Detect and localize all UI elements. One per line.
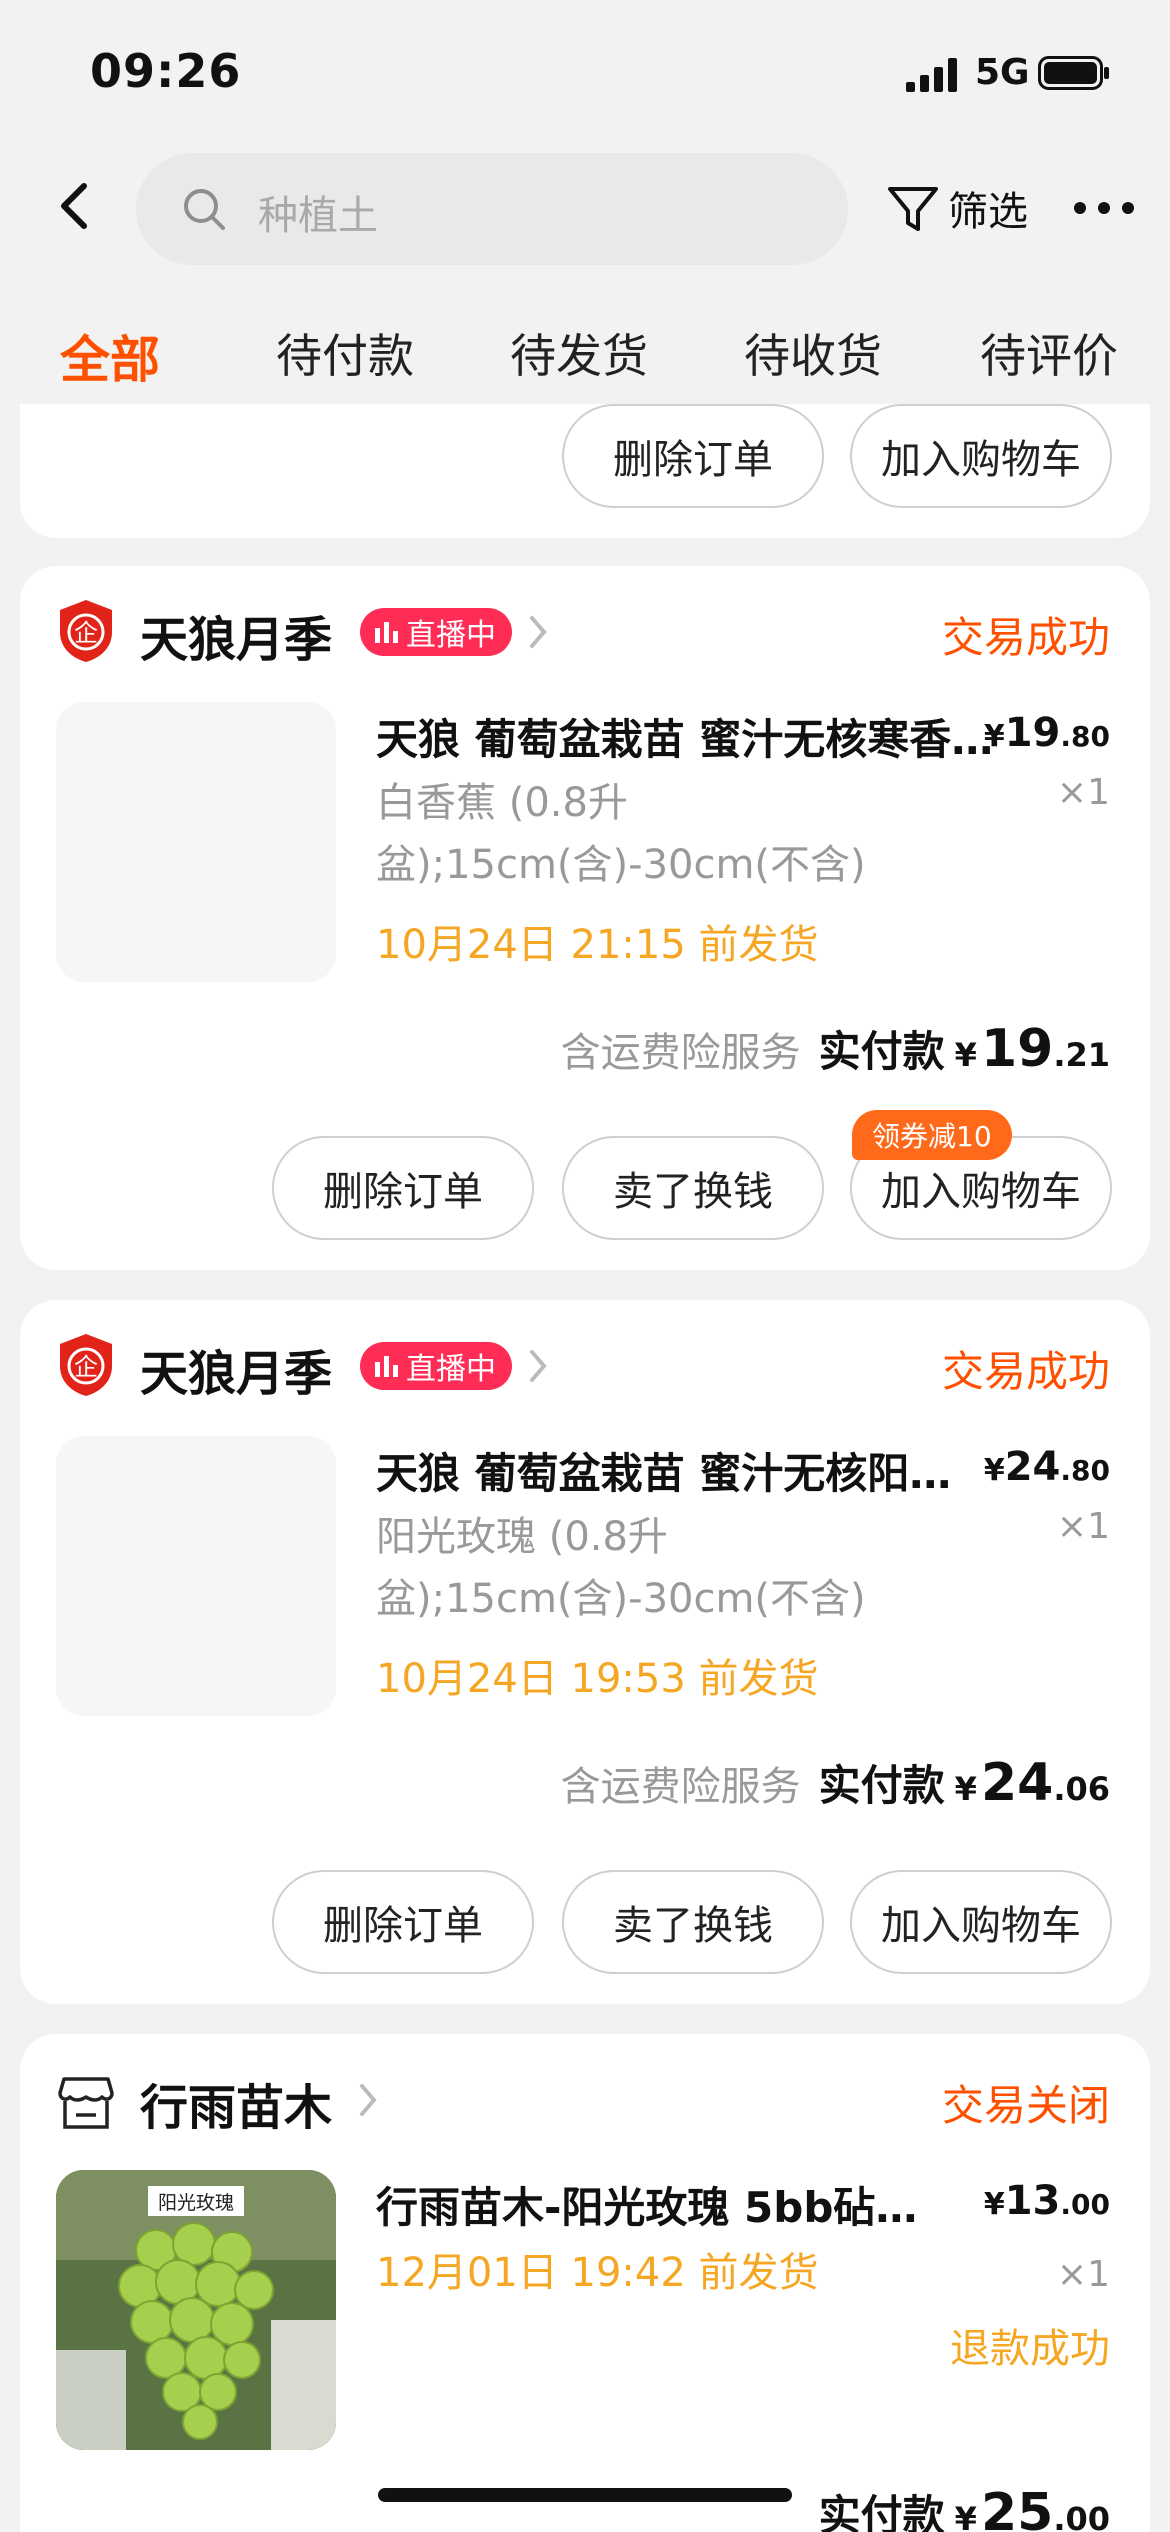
product-title[interactable]: 天狼 葡萄盆栽苗 蜜汁无核寒香蜜葡萄: [376, 706, 996, 767]
order-card[interactable]: 行雨苗木 交易关闭 阳光玫瑰 行雨苗木-阳光玫瑰 5bb砧木嫁接苗 ¥13.00…: [20, 2034, 1150, 2532]
paid-label: 实付款: [818, 1027, 945, 1076]
search-input[interactable]: 种植土: [136, 153, 848, 265]
tab-all[interactable]: 全部: [60, 320, 160, 392]
product-sku: 阳光玫瑰 (0.8升盆);15cm(含)-30cm(不含): [376, 1514, 866, 1622]
enterprise-shop-logo-icon: 企: [60, 600, 112, 662]
order-tabs: 全部 待付款 待发货 待收货 待评价: [0, 300, 1170, 400]
add-to-cart-button[interactable]: 加入购物车: [850, 404, 1112, 508]
product-thumbnail[interactable]: [56, 1436, 336, 1716]
search-placeholder: 种植土: [258, 193, 378, 239]
live-bars-icon: [375, 622, 398, 643]
insurance-label: 含运费险服务: [560, 1764, 801, 1810]
product-price: ¥13.00: [983, 2178, 1110, 2224]
live-badge[interactable]: 直播中: [360, 1342, 512, 1390]
shop-name[interactable]: 行雨苗木: [140, 2068, 332, 2138]
thumb-caption: 阳光玫瑰: [157, 2192, 234, 2214]
live-badge-label: 直播中: [406, 618, 496, 653]
ship-deadline: 10月24日 21:15 前发货: [376, 922, 819, 968]
order-card-partial: 删除订单 加入购物车: [20, 404, 1150, 538]
chevron-right-icon[interactable]: [526, 610, 550, 654]
paid-total: 含运费险服务 实付款 ¥19.21: [560, 1019, 1110, 1079]
add-to-cart-button[interactable]: 加入购物车: [850, 1870, 1112, 1974]
product-price: ¥24.80: [983, 1444, 1110, 1490]
more-options-icon[interactable]: [1072, 196, 1136, 220]
tab-pending-shipment[interactable]: 待发货: [510, 320, 648, 386]
live-badge[interactable]: 直播中: [360, 608, 512, 656]
store-icon: [58, 2077, 114, 2129]
network-label: 5G: [975, 52, 1030, 93]
enterprise-shop-logo-icon: 企: [60, 1334, 112, 1396]
live-bars-icon: [375, 1356, 398, 1377]
tab-pending-payment[interactable]: 待付款: [276, 320, 414, 386]
tab-pending-review[interactable]: 待评价: [980, 320, 1118, 386]
delete-order-button[interactable]: 删除订单: [272, 1870, 534, 1974]
product-thumbnail[interactable]: 阳光玫瑰: [56, 2170, 336, 2450]
svg-text:企: 企: [74, 619, 98, 647]
order-card[interactable]: 企 天狼月季 直播中 交易成功 天狼 葡萄盆栽苗 蜜汁无核寒香蜜葡萄 ¥19.8…: [20, 566, 1150, 1270]
home-indicator[interactable]: [378, 2488, 792, 2502]
back-arrow-icon[interactable]: [50, 176, 98, 236]
filter-button[interactable]: 筛选: [884, 178, 1028, 238]
filter-label: 筛选: [948, 189, 1028, 235]
chevron-right-icon[interactable]: [526, 1344, 550, 1388]
product-quantity: ×1: [1056, 1506, 1110, 1547]
live-badge-label: 直播中: [406, 1352, 496, 1387]
product-title[interactable]: 天狼 葡萄盆栽苗 蜜汁无核阳光玫瑰葡萄: [376, 1440, 956, 1501]
paid-label: 实付款: [818, 1761, 945, 1810]
product-quantity: ×1: [1056, 772, 1110, 813]
svg-text:企: 企: [74, 1353, 98, 1381]
ship-deadline: 10月24日 19:53 前发货: [376, 1656, 819, 1702]
tab-pending-receipt[interactable]: 待收货: [744, 320, 882, 386]
product-quantity: ×1: [1056, 2254, 1110, 2295]
status-time: 09:26: [90, 44, 242, 98]
product-sku: 白香蕉 (0.8升盆);15cm(含)-30cm(不含): [376, 780, 866, 888]
shop-name[interactable]: 天狼月季: [140, 1334, 332, 1404]
signal-icon: [906, 58, 957, 92]
refund-status[interactable]: 退款成功: [950, 2316, 1110, 2374]
order-status: 交易关闭: [941, 2081, 1110, 2130]
coupon-badge: 领券减10: [852, 1110, 1012, 1160]
order-card[interactable]: 企 天狼月季 直播中 交易成功 天狼 葡萄盆栽苗 蜜汁无核阳光玫瑰葡萄 ¥24.…: [20, 1300, 1150, 2004]
order-status: 交易成功: [941, 613, 1110, 662]
order-status: 交易成功: [941, 1347, 1110, 1396]
paid-total: 实付款 ¥25.00: [819, 2482, 1110, 2532]
battery-icon: [1038, 56, 1109, 90]
resell-button[interactable]: 卖了换钱: [562, 1136, 824, 1240]
resell-button[interactable]: 卖了换钱: [562, 1870, 824, 1974]
shop-name[interactable]: 天狼月季: [140, 600, 332, 670]
delete-order-button[interactable]: 删除订单: [272, 1136, 534, 1240]
status-bar: 09:26 5G: [0, 0, 1170, 150]
ship-deadline: 12月01日 19:42 前发货: [376, 2250, 819, 2296]
delete-order-button[interactable]: 删除订单: [562, 404, 824, 508]
product-thumbnail[interactable]: [56, 702, 336, 982]
search-icon: [184, 189, 225, 230]
chevron-right-icon[interactable]: [356, 2078, 380, 2122]
product-title[interactable]: 行雨苗木-阳光玫瑰 5bb砧木嫁接苗: [376, 2174, 936, 2235]
filter-icon: [888, 187, 938, 231]
paid-label: 实付款: [818, 2491, 945, 2532]
paid-total: 含运费险服务 实付款 ¥24.06: [560, 1753, 1110, 1813]
product-price: ¥19.80: [983, 710, 1110, 756]
insurance-label: 含运费险服务: [560, 1030, 801, 1076]
